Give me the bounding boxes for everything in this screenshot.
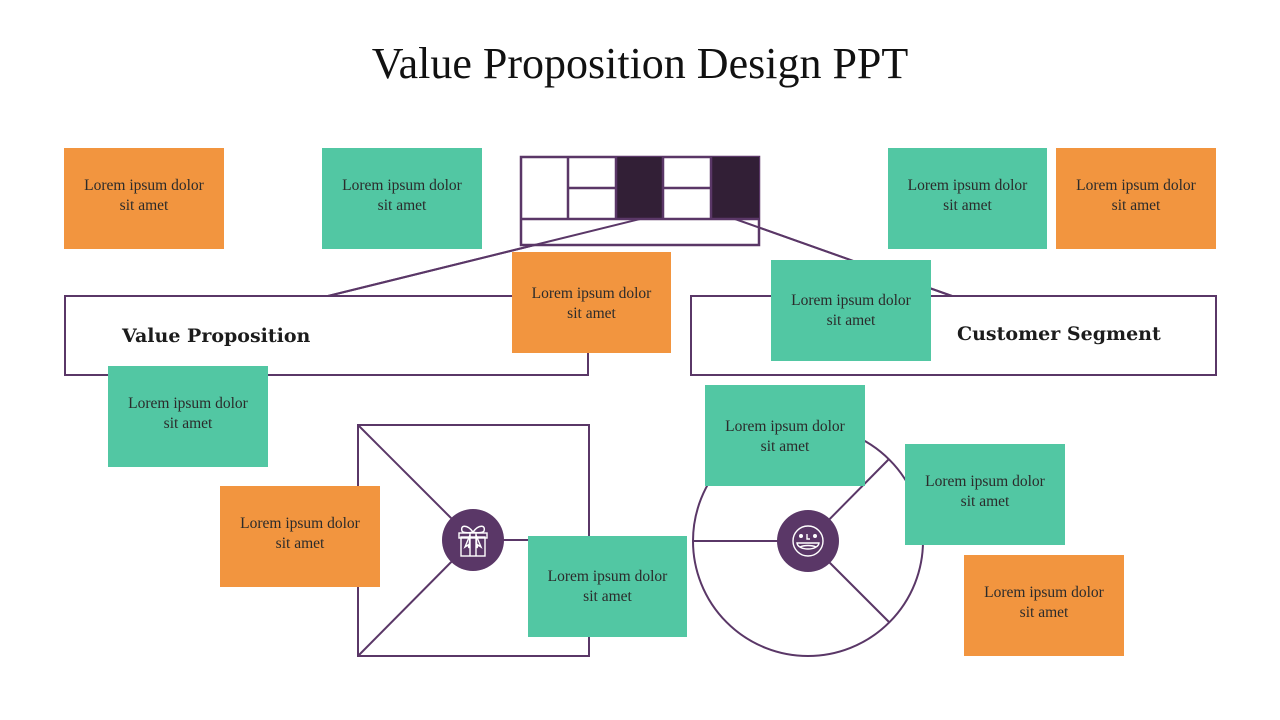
note-text-line2: sit amet — [567, 305, 616, 322]
note-text-line2: sit amet — [760, 438, 810, 455]
note-text-line1: Lorem ipsum dolor — [240, 515, 360, 532]
note-text-line2: sit amet — [119, 197, 169, 214]
note-card: Lorem ipsum dolor sit amet — [528, 536, 687, 637]
gift-icon — [458, 525, 488, 557]
note-card: Lorem ipsum dolor sit amet — [1056, 148, 1216, 249]
note-text-line2: sit amet — [163, 415, 213, 432]
note-text-line1: Lorem ipsum dolor — [84, 177, 204, 194]
note-card: Lorem ipsum dolor sit amet — [64, 148, 224, 249]
note-text-line1: Lorem ipsum dolor — [984, 584, 1104, 601]
note-text-line2: sit amet — [943, 197, 992, 214]
note-card: Lorem ipsum dolor sit amet — [888, 148, 1047, 249]
note-text-line2: sit amet — [377, 197, 427, 214]
note-text-line1: Lorem ipsum dolor — [925, 473, 1045, 490]
note-text-line2: sit amet — [583, 588, 632, 605]
customer-segment-label: Customer Segment — [957, 323, 1161, 345]
note-text-line1: Lorem ipsum dolor — [907, 177, 1028, 194]
note-text-line2: sit amet — [1019, 604, 1069, 621]
smiley-face-icon — [792, 525, 824, 557]
note-text-line1: Lorem ipsum dolor — [791, 292, 911, 309]
note-card: Lorem ipsum dolor sit amet — [512, 252, 671, 353]
note-card: Lorem ipsum dolor sit amet — [964, 555, 1124, 656]
note-text-line1: Lorem ipsum dolor — [1076, 177, 1196, 194]
note-text-line2: sit amet — [960, 493, 1010, 510]
smiley-icon-circle — [777, 510, 839, 572]
note-text-line1: Lorem ipsum dolor — [342, 177, 462, 194]
note-card: Lorem ipsum dolor sit amet — [220, 486, 380, 587]
note-card: Lorem ipsum dolor sit amet — [905, 444, 1065, 545]
note-card: Lorem ipsum dolor sit amet — [705, 385, 865, 486]
note-text-line1: Lorem ipsum dolor — [547, 568, 668, 585]
canvas-grid-icon — [519, 155, 761, 247]
note-text-line1: Lorem ipsum dolor — [128, 395, 248, 412]
note-text-line2: sit amet — [275, 535, 325, 552]
note-card: Lorem ipsum dolor sit amet — [322, 148, 482, 249]
note-text-line2: sit amet — [1111, 197, 1161, 214]
note-text-line1: Lorem ipsum dolor — [531, 285, 652, 302]
note-card: Lorem ipsum dolor sit amet — [771, 260, 931, 361]
gift-icon-circle — [442, 509, 504, 571]
value-proposition-label: Value Proposition — [122, 325, 311, 347]
note-text-line2: sit amet — [826, 312, 876, 329]
note-text-line1: Lorem ipsum dolor — [725, 418, 845, 435]
note-card: Lorem ipsum dolor sit amet — [108, 366, 268, 467]
